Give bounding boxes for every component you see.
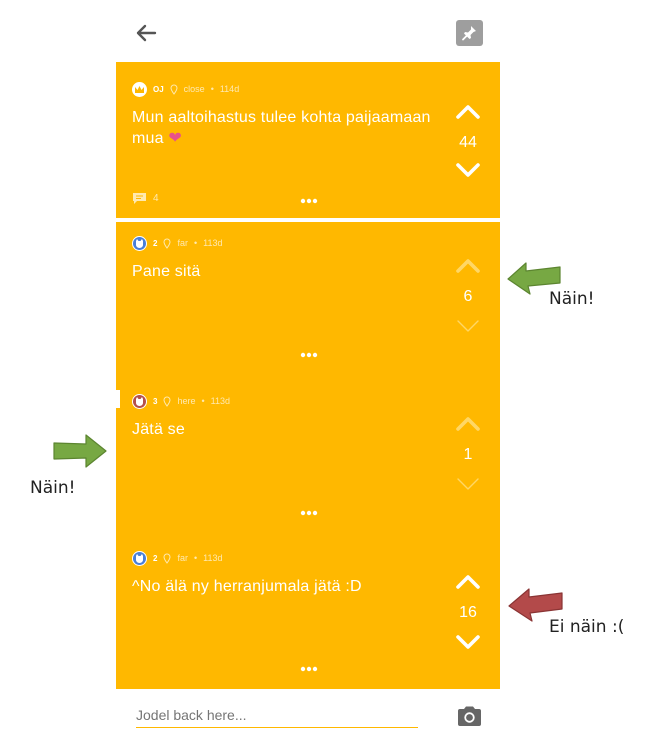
reply-card: 2 far • 113d ^No älä ny herranjumala jät… [116,536,500,689]
downvote-icon[interactable] [455,634,481,650]
reply-message: ^No älä ny herranjumala jätä :D [132,578,362,595]
vote-control: 44 [448,100,488,184]
location-label: far [177,238,188,248]
upvote-icon[interactable] [455,574,481,590]
more-options-icon[interactable] [300,666,318,672]
crown-icon [132,81,147,97]
camera-icon [458,706,481,726]
dot-separator: • [193,553,198,563]
heart-emoji: ❤ [168,130,182,147]
downvote-icon[interactable] [455,162,481,178]
avatar [132,550,147,566]
comment-count: 4 [132,192,159,205]
age-label: 113d [210,396,230,406]
dot-separator: • [193,238,198,248]
upvote-icon[interactable] [455,104,481,120]
reply-input[interactable] [136,707,416,723]
post-meta: OJ close • 114d [132,81,239,97]
location-label: here [177,396,196,406]
more-options-icon[interactable] [300,198,318,204]
reply-meta: 2 far • 113d [132,235,222,251]
back-button[interactable] [134,20,160,46]
vote-count: 6 [463,288,473,305]
reply-card: 2 far • 113d Pane sitä 6 [116,222,500,378]
author-label: OJ [153,84,164,94]
downvote-icon[interactable] [455,318,481,334]
age-label: 113d [203,238,223,248]
location-label: close [183,84,205,94]
annotation-label: Näin! [549,289,595,309]
location-label: far [177,553,188,563]
post-message: Mun aaltoihastus tulee kohta paijaamaan … [132,107,442,149]
vote-control: 16 [448,574,488,658]
age-label: 113d [203,553,223,563]
upvote-icon[interactable] [455,258,481,274]
more-options-icon[interactable] [300,510,318,516]
camera-button[interactable] [456,705,483,727]
annotation-label: Näin! [30,478,76,498]
vote-count: 16 [459,604,477,621]
reply-number: 2 [153,238,158,248]
reply-meta: 3 here • 113d [132,393,230,409]
vote-count: 1 [463,446,473,463]
dot-separator: • [201,396,205,406]
input-underline [136,727,418,728]
location-icon [170,84,178,95]
location-icon [163,396,171,407]
scroll-marker [116,390,120,408]
dot-separator: • [210,84,214,94]
annotation-label: Ei näin :( [549,617,625,637]
annotation-arrow-good [53,434,107,468]
downvote-icon[interactable] [455,476,481,492]
original-post: OJ close • 114d Mun aaltoihastus tulee k… [116,62,500,218]
pin-icon [462,26,476,41]
location-icon [163,238,171,249]
comment-count-label: 4 [153,193,159,204]
pin-button[interactable] [456,20,483,46]
reply-message: Jätä se [132,421,185,438]
arrow-left-icon [136,24,157,42]
upvote-icon[interactable] [455,416,481,432]
vote-control: 6 [448,258,488,342]
more-options-icon[interactable] [300,352,318,358]
avatar [132,235,147,251]
age-label: 114d [219,84,240,94]
reply-number: 2 [153,553,158,563]
reply-meta: 2 far • 113d [132,550,222,566]
vote-control: 1 [448,416,488,500]
reply-number: 3 [153,396,158,406]
location-icon [163,553,171,564]
comment-icon [133,193,146,204]
reply-message: Pane sitä [132,263,201,280]
avatar [132,393,147,409]
reply-card: 3 here • 113d Jätä se 1 [116,378,500,536]
vote-count: 44 [459,134,477,151]
